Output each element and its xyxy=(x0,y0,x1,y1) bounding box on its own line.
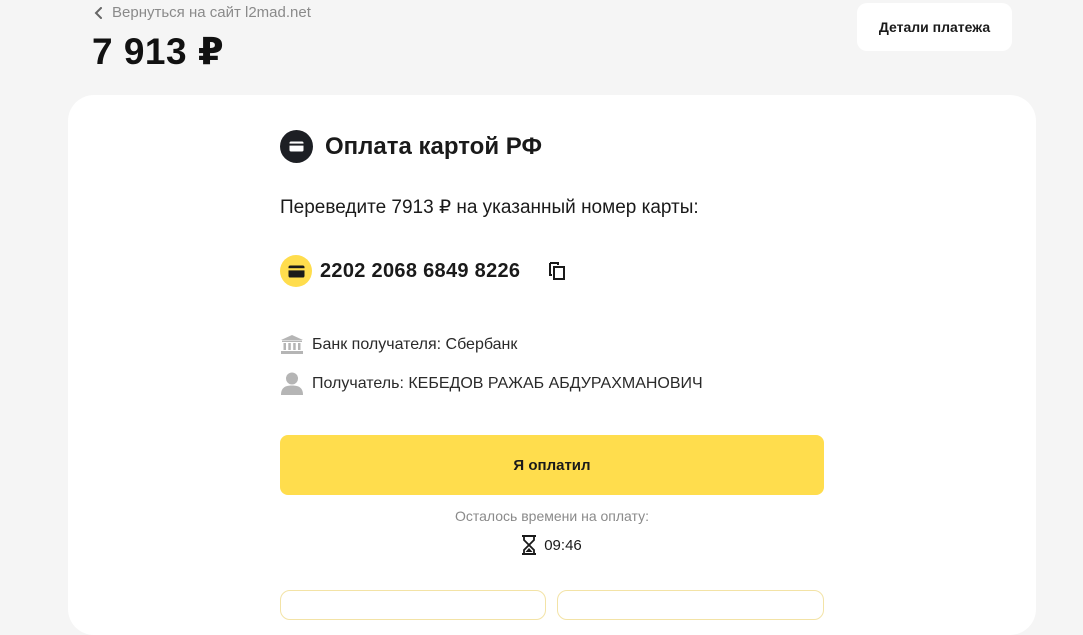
payment-title: Оплата картой РФ xyxy=(325,132,542,160)
back-link-label: Вернуться на сайт l2mad.net xyxy=(112,4,311,21)
copy-icon[interactable] xyxy=(547,261,567,281)
payment-amount: 7 913 ₽ xyxy=(92,31,225,72)
card-icon xyxy=(280,130,313,163)
time-left-value: 09:46 xyxy=(544,536,582,554)
recipient-label: Получатель: КЕБЕДОВ РАЖАБ АБДУРАХМАНОВИЧ xyxy=(312,374,703,392)
card-number-row: 2202 2068 6849 8226 xyxy=(280,255,567,287)
back-link[interactable]: Вернуться на сайт l2mad.net xyxy=(94,4,311,21)
card-icon xyxy=(280,255,312,287)
bank-info: Банк получателя: Сбербанк xyxy=(280,333,517,356)
payment-instruction: Переведите 7913 ₽ на указанный номер кар… xyxy=(280,197,699,218)
chevron-left-icon xyxy=(94,6,102,19)
secondary-button-left[interactable] xyxy=(280,590,546,620)
hourglass-icon xyxy=(522,535,537,555)
time-left-label: Осталось времени на оплату: xyxy=(455,508,649,524)
i-paid-button[interactable]: Я оплатил xyxy=(280,435,824,495)
user-icon xyxy=(280,372,303,395)
card-number: 2202 2068 6849 8226 xyxy=(320,259,521,282)
secondary-button-right[interactable] xyxy=(557,590,824,620)
recipient-info: Получатель: КЕБЕДОВ РАЖАБ АБДУРАХМАНОВИЧ xyxy=(280,372,703,395)
payment-details-button[interactable]: Детали платежа xyxy=(857,3,1012,51)
payment-heading: Оплата картой РФ xyxy=(280,130,542,163)
bank-icon xyxy=(280,333,303,356)
payment-timer: 09:46 xyxy=(280,535,824,555)
bank-label: Банк получателя: Сбербанк xyxy=(312,335,518,353)
